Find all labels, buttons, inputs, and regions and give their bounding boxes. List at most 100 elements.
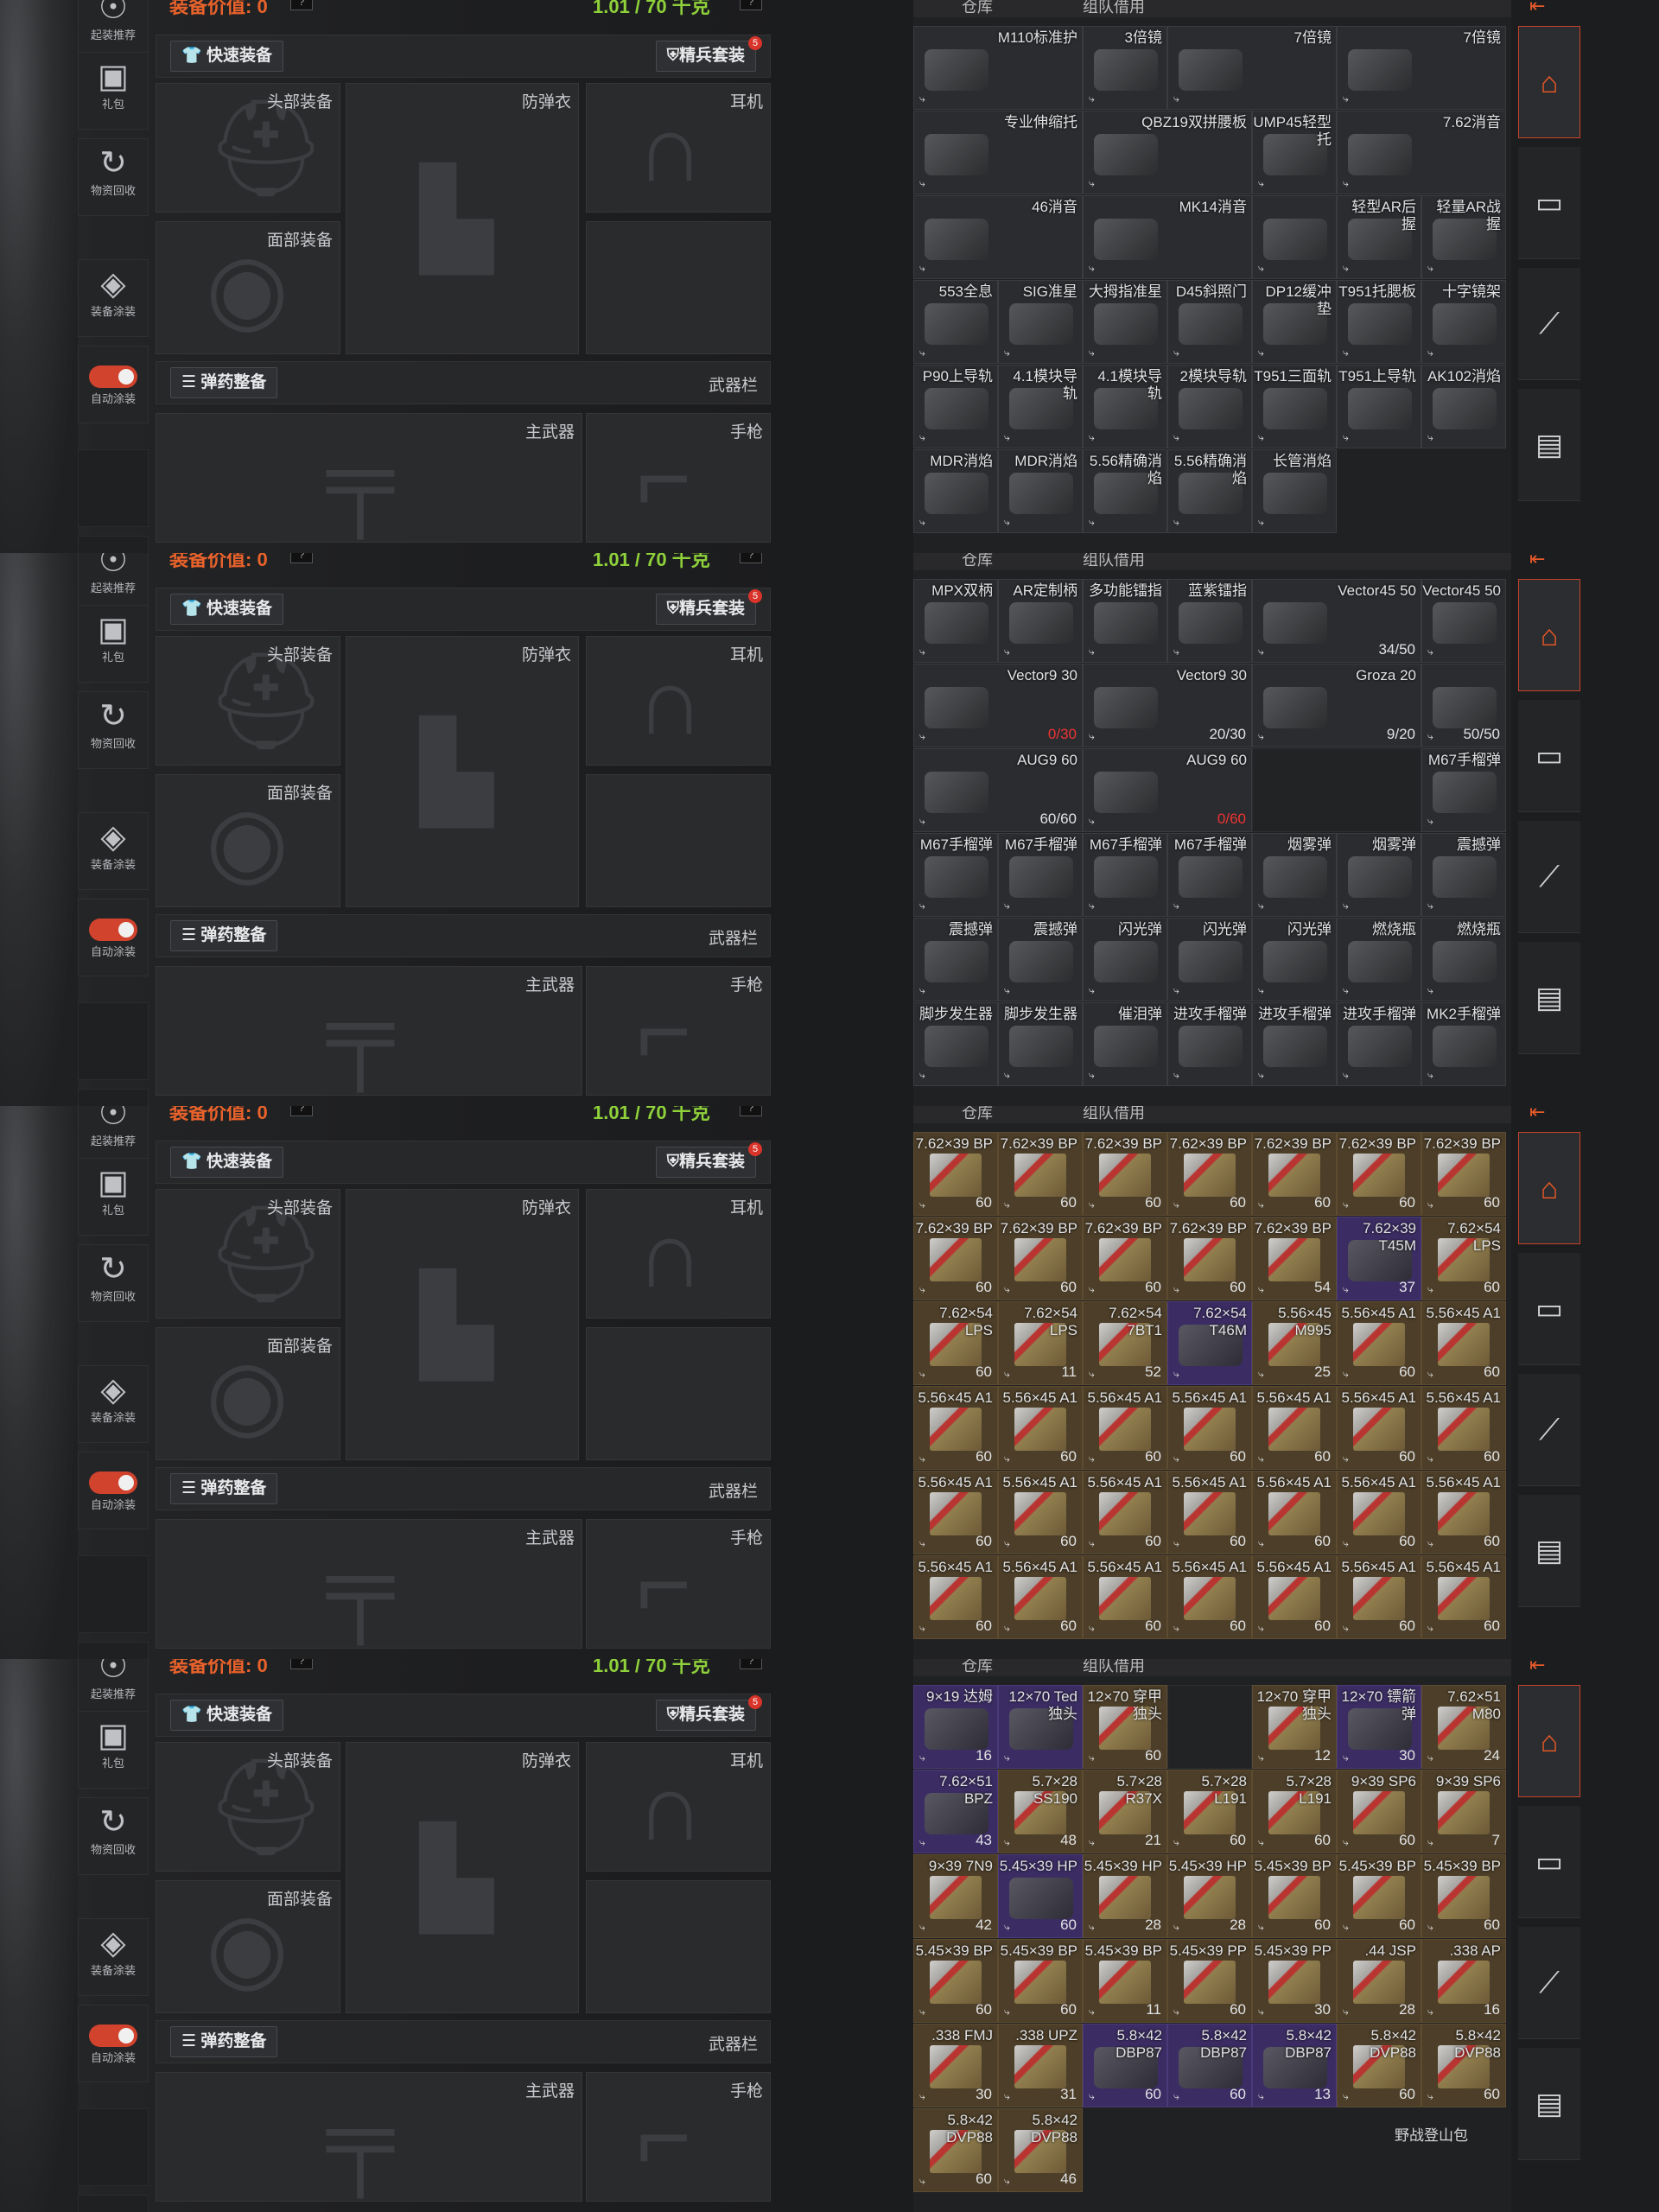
sidebar-item[interactable]: 自动涂装: [78, 2005, 149, 2082]
face-slot[interactable]: ◉ 面部装备: [156, 1327, 340, 1460]
item-cell[interactable]: M67手榴弹 ⤷: [1083, 833, 1167, 917]
elite-kit-button[interactable]: ⛨精兵套装 5: [655, 1142, 762, 1178]
item-cell[interactable]: 7倍镜 ⤷: [1167, 26, 1337, 110]
item-cell[interactable]: 5.8×42 DVP88 60 ⤷: [1421, 2024, 1506, 2107]
nav-armor[interactable]: ▭: [1518, 700, 1580, 812]
sidebar-item[interactable]: 自动涂装: [78, 1452, 149, 1529]
question-icon[interactable]: ?: [290, 1106, 313, 1116]
extra-slot[interactable]: [586, 1880, 771, 2013]
item-cell[interactable]: 5.56×45 A1 60 ⤷: [1083, 1471, 1167, 1554]
tab-warehouse[interactable]: 仓库: [962, 553, 993, 570]
question-icon[interactable]: ?: [290, 553, 313, 563]
item-cell[interactable]: 7.62×39 BP 60 ⤷: [998, 1132, 1083, 1216]
nav-armor[interactable]: ▭: [1518, 147, 1580, 259]
item-cell[interactable]: 5.45×39 HP 28 ⤷: [1083, 1854, 1167, 1938]
pistol-slot[interactable]: ⌐ 手枪: [586, 966, 771, 1096]
item-cell[interactable]: 553全息 ⤷: [913, 280, 998, 364]
item-cell[interactable]: 轻量AR战握 ⤷: [1421, 195, 1506, 279]
item-cell[interactable]: DP12缓冲垫 ⤷: [1252, 280, 1337, 364]
item-cell[interactable]: 闪光弹 ⤷: [1252, 918, 1337, 1001]
item-cell[interactable]: 7.62×39 BP 60 ⤷: [1337, 1132, 1421, 1216]
tab-warehouse[interactable]: 仓库: [962, 1659, 993, 1676]
quick-equip-button[interactable]: 👕 快速装备: [170, 594, 283, 625]
item-cell[interactable]: 7.62×39 BP 60 ⤷: [913, 1217, 998, 1300]
armor-slot[interactable]: ▙ 防弹衣: [346, 1742, 579, 2013]
ammo-arrange-button[interactable]: ☰ 弹药整备: [170, 367, 278, 398]
sidebar-item[interactable]: 自动涂装: [78, 899, 149, 976]
item-cell[interactable]: 5.56×45 A1 60 ⤷: [1337, 1471, 1421, 1554]
nav-magazine[interactable]: ⟋: [1518, 268, 1580, 380]
item-cell[interactable]: 5.56×45 A1 60 ⤷: [1421, 1301, 1506, 1385]
sidebar-item[interactable]: ◈ 装备涂装: [78, 1365, 149, 1443]
sidebar-item[interactable]: ▣ 礼包: [78, 1158, 149, 1236]
nav-home[interactable]: ⌂: [1518, 1685, 1580, 1797]
item-cell[interactable]: Vector9 30 0/30 ⤷: [913, 664, 1083, 747]
item-cell[interactable]: 5.56×45 A1 60 ⤷: [1167, 1555, 1252, 1639]
item-cell[interactable]: M67手榴弹 ⤷: [1167, 833, 1252, 917]
primary-weapon-slot[interactable]: ╤ 主武器: [156, 2072, 582, 2202]
item-cell[interactable]: 燃烧瓶 ⤷: [1421, 918, 1506, 1001]
tab-team-borrow[interactable]: 组队借用: [1083, 1106, 1145, 1123]
sidebar-item[interactable]: ↻ 物资回收: [78, 1244, 149, 1322]
question-icon[interactable]: ?: [290, 1659, 313, 1669]
item-cell[interactable]: 大拇指准星 ⤷: [1083, 280, 1167, 364]
item-cell[interactable]: 5.56精确消焰 ⤷: [1167, 449, 1252, 533]
extra-slot[interactable]: [586, 1327, 771, 1460]
item-cell[interactable]: 5.56×45 A1 60 ⤷: [913, 1471, 998, 1554]
item-cell[interactable]: 震撼弹 ⤷: [998, 918, 1083, 1001]
ear-slot[interactable]: ∩ 耳机: [586, 83, 771, 213]
nav-home[interactable]: ⌂: [1518, 1132, 1580, 1244]
item-cell[interactable]: 5.56×45 A1 60 ⤷: [998, 1555, 1083, 1639]
item-cell[interactable]: 46消音 ⤷: [913, 195, 1083, 279]
item-cell[interactable]: 闪光弹 ⤷: [1083, 918, 1167, 1001]
item-cell[interactable]: 12×70 穿甲独头 12 ⤷: [1252, 1685, 1337, 1769]
item-cell[interactable]: 5.45×39 BP 60 ⤷: [1421, 1854, 1506, 1938]
item-cell[interactable]: .338 AP 16 ⤷: [1421, 1939, 1506, 2023]
item-cell[interactable]: 7.62×39 T45M 37 ⤷: [1337, 1217, 1421, 1300]
item-cell[interactable]: 7.62×39 BP 60 ⤷: [913, 1132, 998, 1216]
item-cell[interactable]: 5.8×42 DVP88 60 ⤷: [913, 2108, 998, 2192]
sidebar-item[interactable]: ↻ 物资回收: [78, 691, 149, 769]
face-slot[interactable]: ◉ 面部装备: [156, 1880, 340, 2013]
item-cell[interactable]: 7.62×51 BPZ 43 ⤷: [913, 1770, 998, 1853]
item-cell[interactable]: 7.62×54 LPS 60 ⤷: [1421, 1217, 1506, 1300]
ammo-arrange-button[interactable]: ☰ 弹药整备: [170, 2026, 278, 2057]
item-cell[interactable]: 12×70 Ted独头 ⤷: [998, 1685, 1083, 1769]
item-cell[interactable]: 12×70 穿甲独头 60 ⤷: [1083, 1685, 1167, 1769]
item-cell[interactable]: 5.45×39 HP 60 ⤷: [998, 1854, 1083, 1938]
extra-slot[interactable]: [586, 221, 771, 354]
item-cell[interactable]: 烟雾弹 ⤷: [1252, 833, 1337, 917]
tab-warehouse[interactable]: 仓库: [962, 1106, 993, 1123]
pistol-slot[interactable]: ⌐ 手枪: [586, 2072, 771, 2202]
item-cell[interactable]: MDR消焰 ⤷: [913, 449, 998, 533]
item-cell[interactable]: 5.45×39 HP 28 ⤷: [1167, 1854, 1252, 1938]
head-slot[interactable]: ⛑ 头部装备: [156, 83, 340, 213]
item-cell[interactable]: AUG9 60 0/60 ⤷: [1083, 748, 1252, 832]
pistol-slot[interactable]: ⌐ 手枪: [586, 1519, 771, 1649]
nav-storage[interactable]: ▤: [1518, 1495, 1580, 1607]
item-cell[interactable]: 5.56×45 A1 60 ⤷: [1252, 1555, 1337, 1639]
item-cell[interactable]: 5.56×45 A1 60 ⤷: [1083, 1555, 1167, 1639]
ear-slot[interactable]: ∩ 耳机: [586, 1742, 771, 1872]
item-cell[interactable]: [1167, 1685, 1252, 1769]
sidebar-item[interactable]: ▣ 礼包: [78, 1711, 149, 1789]
item-cell[interactable]: Groza 20 9/20 ⤷: [1252, 664, 1421, 747]
item-cell[interactable]: 5.7×28 L191 60 ⤷: [1252, 1770, 1337, 1853]
item-cell[interactable]: 12×70 镖箭弹 30 ⤷: [1337, 1685, 1421, 1769]
tab-team-borrow[interactable]: 组队借用: [1083, 553, 1145, 570]
item-cell[interactable]: T951托腮板 ⤷: [1337, 280, 1421, 364]
item-cell[interactable]: 5.56精确消焰 ⤷: [1083, 449, 1167, 533]
item-cell[interactable]: 5.56×45 A1 60 ⤷: [1167, 1386, 1252, 1470]
item-cell[interactable]: 5.45×39 PP 60 ⤷: [1167, 1939, 1252, 2023]
sidebar-item[interactable]: 自动涂装: [78, 346, 149, 423]
item-cell[interactable]: 5.7×28 SS190 48 ⤷: [998, 1770, 1083, 1853]
toggle-icon[interactable]: [89, 365, 137, 388]
item-cell[interactable]: 4.1模块导轨 ⤷: [1083, 365, 1167, 448]
ammo-arrange-button[interactable]: ☰ 弹药整备: [170, 1473, 278, 1504]
item-cell[interactable]: 5.7×28 L191 60 ⤷: [1167, 1770, 1252, 1853]
item-cell[interactable]: 9×19 达姆 16 ⤷: [913, 1685, 998, 1769]
item-cell[interactable]: 9×39 SP6 7 ⤷: [1421, 1770, 1506, 1853]
nav-magazine[interactable]: ⟋: [1518, 1927, 1580, 2039]
item-cell[interactable]: 5.45×39 BP 11 ⤷: [1083, 1939, 1167, 2023]
item-cell[interactable]: 5.8×42 DBP87 13 ⤷: [1252, 2024, 1337, 2107]
